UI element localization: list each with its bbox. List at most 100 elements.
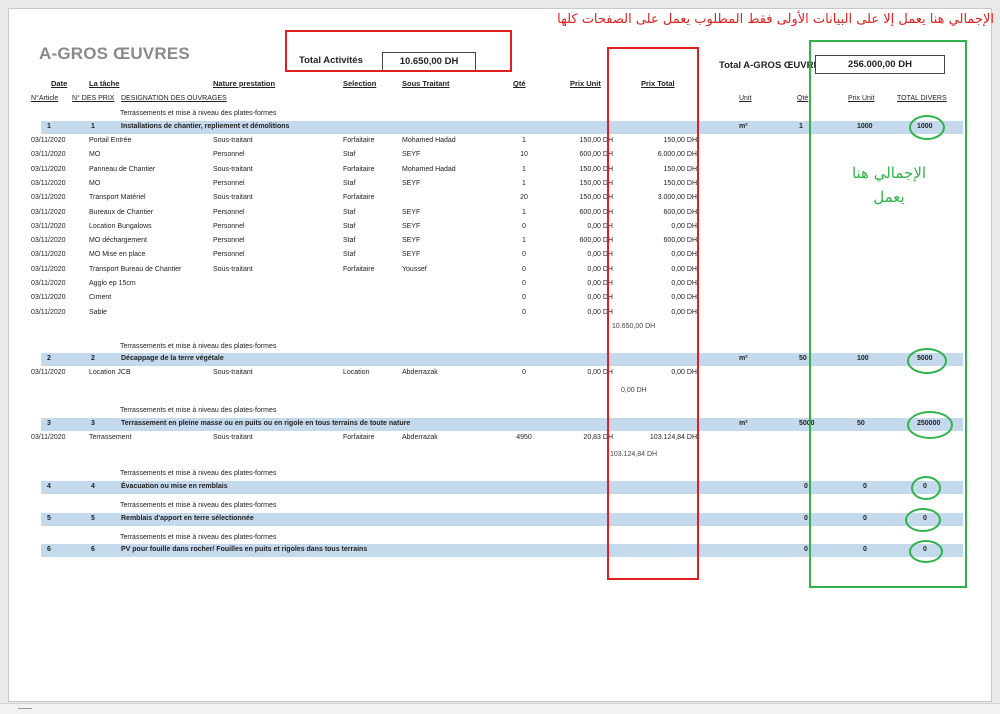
- task-prix-unit: 0,00 DH: [587, 265, 613, 273]
- price-number: 3: [91, 420, 95, 427]
- task-date: 03/11/2020: [31, 237, 66, 245]
- article-number: 3: [47, 420, 51, 427]
- task-qte: 1: [522, 208, 526, 216]
- task-date: 03/11/2020: [31, 294, 66, 302]
- task-sous-traitant: SEYF: [402, 222, 421, 230]
- task-nature: Personnel: [213, 237, 245, 245]
- task-name: Transport Bureau de Chantier: [89, 265, 182, 273]
- price-number: 4: [91, 483, 95, 490]
- task-selection: Staf: [343, 179, 356, 187]
- article-unit: m²: [739, 420, 748, 427]
- sheet-title: A-GROS ŒUVRES: [39, 44, 190, 63]
- price-number: 6: [91, 546, 95, 553]
- task-prix-unit: 0,00 DH: [587, 308, 613, 316]
- task-name: Bureaux de Chantier: [89, 208, 154, 216]
- col-header-nature: Nature prestation: [213, 79, 276, 88]
- price-number: 1: [91, 123, 95, 130]
- task-sous-traitant: Mohamed Hadad: [402, 165, 456, 173]
- task-nature: Personnel: [213, 251, 245, 259]
- task-prix-unit: 0,00 DH: [587, 280, 613, 287]
- task-selection: Forfaitaire: [343, 137, 375, 144]
- task-date: 03/11/2020: [31, 179, 66, 187]
- task-qte: 0: [522, 222, 526, 230]
- task-selection: Staf: [343, 151, 356, 159]
- task-prix-unit: 600,00 DH: [579, 151, 613, 159]
- article-qte: 50: [799, 355, 807, 362]
- col-header-tache: La tâche: [89, 79, 120, 88]
- task-name: MO Mise en place: [89, 251, 146, 259]
- col-header-selection: Selection: [343, 79, 377, 88]
- section-heading: Terrassements et mise à niveau des plate…: [120, 407, 277, 414]
- red-highlight-prix-total-column: [607, 47, 699, 580]
- task-prix-unit: 0,00 DH: [587, 369, 613, 376]
- scroll-marker: [18, 708, 32, 709]
- task-date: 03/11/2020: [31, 137, 66, 144]
- green-note-line-2: يعمل: [873, 188, 905, 206]
- task-date: 03/11/2020: [31, 280, 66, 287]
- task-prix-unit: 20,83 DH: [583, 434, 613, 441]
- task-selection: Location: [343, 369, 370, 376]
- article-designation: Installations de chantier, repliement et…: [121, 123, 290, 130]
- task-prix-unit: 0,00 DH: [587, 251, 613, 259]
- green-circle-total: [909, 115, 945, 140]
- section-heading: Terrassements et mise à niveau des plate…: [120, 110, 277, 117]
- task-name: Transport Matériel: [89, 194, 146, 202]
- section-heading: Terrassements et mise à niveau des plate…: [120, 470, 277, 477]
- task-qte: 1: [522, 165, 526, 173]
- task-name: Agglo ep 15cm: [89, 280, 136, 287]
- task-prix-unit: 150,00 DH: [579, 165, 613, 173]
- task-sous-traitant: Abderrazak: [402, 369, 438, 376]
- task-name: Location JCB: [89, 369, 131, 376]
- article-number: 4: [47, 483, 51, 490]
- task-date: 03/11/2020: [31, 222, 66, 230]
- green-circle-total: [905, 508, 941, 532]
- task-selection: Forfaitaire: [343, 434, 375, 441]
- article-designation: Évacuation ou mise en remblais: [121, 483, 228, 490]
- green-note-line-1: الإجمالي هنا: [851, 164, 927, 182]
- task-sous-traitant: Mohamed Hadad: [402, 137, 456, 144]
- article-designation: Terrassement en pleine masse ou en puits…: [121, 420, 411, 427]
- task-name: Ciment: [89, 294, 112, 302]
- article-unit: m²: [739, 355, 748, 362]
- task-nature: Personnel: [213, 179, 245, 187]
- task-date: 03/11/2020: [31, 208, 66, 216]
- task-date: 03/11/2020: [31, 265, 66, 273]
- task-selection: Forfaitaire: [343, 265, 375, 273]
- article-number: 2: [47, 355, 51, 362]
- green-circle-total: [909, 540, 943, 563]
- green-circle-total: [907, 411, 953, 439]
- article-number: 6: [47, 546, 51, 553]
- task-nature: Personnel: [213, 151, 245, 159]
- section-heading: Terrassements et mise à niveau des plate…: [120, 534, 277, 541]
- sub-header-article: N°Article: [31, 95, 59, 102]
- price-number: 5: [91, 515, 95, 522]
- col-header-sous-traitant: Sous Traitant: [402, 79, 450, 88]
- sub-header-designation: DESIGNATION DES OUVRAGES: [121, 95, 227, 102]
- task-prix-unit: 0,00 DH: [587, 222, 613, 230]
- task-nature: Sous-traitant: [213, 194, 253, 202]
- spreadsheet-page: A-GROS ŒUVRES Total Activités 10.650,00 …: [8, 8, 992, 702]
- task-date: 03/11/2020: [31, 369, 66, 376]
- task-sous-traitant: SEYF: [402, 179, 421, 187]
- task-qte: 1: [522, 179, 526, 187]
- article-designation: PV pour fouille dans rocher/ Fouilles en…: [121, 546, 368, 553]
- task-name: Location Bungalows: [89, 222, 152, 230]
- task-nature: Sous-traitant: [213, 137, 253, 144]
- article-qte: 0: [804, 483, 808, 490]
- task-sous-traitant: Abderrazak: [402, 434, 438, 441]
- red-highlight-total-activites: [285, 30, 512, 72]
- green-annotation-note: الإجمالي هنا يعمل: [824, 161, 954, 209]
- right-header-qte: Qté: [797, 95, 809, 102]
- task-date: 03/11/2020: [31, 165, 66, 173]
- task-name: MO déchargement: [89, 237, 147, 245]
- task-sous-traitant: SEYF: [402, 208, 421, 216]
- task-nature: Personnel: [213, 208, 245, 216]
- task-prix-unit: 150,00 DH: [579, 179, 613, 187]
- article-qte: 0: [804, 546, 808, 553]
- task-name: Panneau de Chantier: [89, 165, 156, 173]
- task-date: 03/11/2020: [31, 434, 66, 441]
- task-name: MO: [89, 179, 101, 187]
- task-prix-unit: 150,00 DH: [579, 194, 613, 202]
- task-selection: Staf: [343, 222, 356, 230]
- task-selection: Staf: [343, 208, 356, 216]
